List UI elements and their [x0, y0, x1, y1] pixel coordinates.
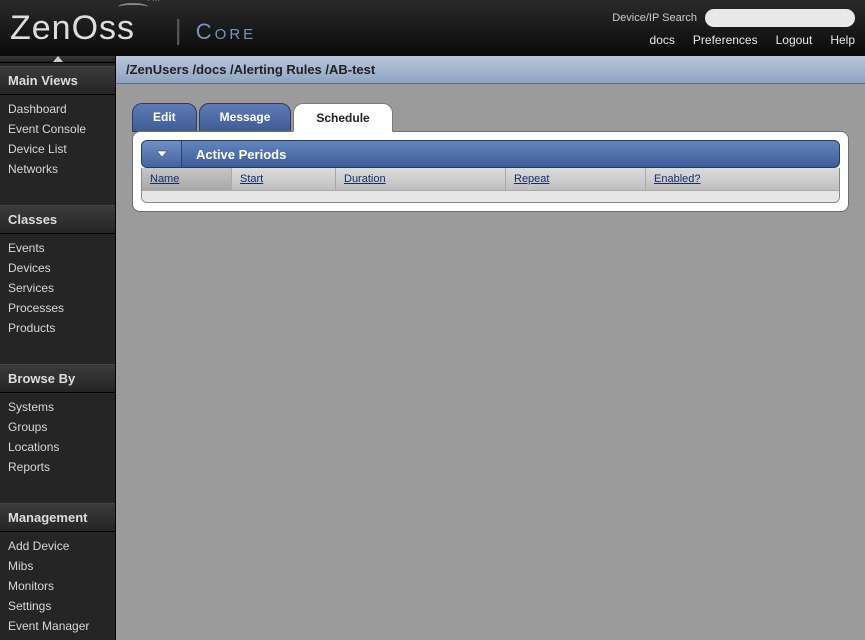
nav-section-title: Browse By: [0, 364, 115, 393]
logo-tm: TM: [146, 0, 161, 3]
table: NameStartDurationRepeatEnabled?: [141, 168, 840, 203]
main: /ZenUsers /docs /Alerting Rules /AB-test…: [116, 56, 865, 640]
logo-divider: |: [175, 14, 182, 46]
halo-icon: [118, 3, 148, 11]
link-docs[interactable]: docs: [650, 33, 675, 47]
panel-menu-button[interactable]: [142, 141, 182, 167]
link-logout[interactable]: Logout: [776, 33, 813, 47]
sidebar-item-event-console[interactable]: Event Console: [0, 119, 115, 139]
column-header-name[interactable]: Name: [142, 168, 232, 190]
panel: Active Periods NameStartDurationRepeatEn…: [132, 131, 849, 212]
nav-items: Add DeviceMibsMonitorsSettingsEvent Mana…: [0, 532, 115, 640]
column-header-enabled[interactable]: Enabled?: [646, 168, 839, 190]
sidebar: Main ViewsDashboardEvent ConsoleDevice L…: [0, 56, 116, 640]
panel-title: Active Periods: [182, 141, 286, 167]
sidebar-gap: [0, 183, 115, 205]
table-body: [142, 190, 839, 202]
sidebar-item-mibs[interactable]: Mibs: [0, 556, 115, 576]
nav-items: SystemsGroupsLocationsReports: [0, 393, 115, 481]
logo-text-2: ss: [99, 9, 135, 47]
sidebar-gap: [0, 342, 115, 364]
content: EditMessageSchedule Active Periods NameS…: [116, 84, 865, 640]
sidebar-item-dashboard[interactable]: Dashboard: [0, 99, 115, 119]
header-links: docs Preferences Logout Help: [650, 33, 855, 47]
app-header: ZenOss TM | Core Device/IP Search docs P…: [0, 0, 865, 56]
sidebar-item-services[interactable]: Services: [0, 278, 115, 298]
table-header: NameStartDurationRepeatEnabled?: [142, 168, 839, 190]
layout: Main ViewsDashboardEvent ConsoleDevice L…: [0, 56, 865, 640]
link-help[interactable]: Help: [830, 33, 855, 47]
sidebar-item-settings[interactable]: Settings: [0, 596, 115, 616]
logo: ZenOss TM | Core: [10, 9, 256, 48]
sidebar-item-products[interactable]: Products: [0, 318, 115, 338]
search-label: Device/IP Search: [612, 12, 697, 24]
tab-schedule[interactable]: Schedule: [293, 103, 392, 132]
link-preferences[interactable]: Preferences: [693, 33, 758, 47]
chevron-up-icon: [53, 56, 63, 62]
search-row: Device/IP Search: [612, 9, 855, 27]
sidebar-item-events[interactable]: Events: [0, 238, 115, 258]
sidebar-item-add-device[interactable]: Add Device: [0, 536, 115, 556]
sidebar-item-reports[interactable]: Reports: [0, 457, 115, 477]
logo-brand: ZenOss TM: [10, 9, 161, 48]
tab-edit[interactable]: Edit: [132, 103, 197, 132]
breadcrumb[interactable]: /ZenUsers /docs /Alerting Rules /AB-test: [116, 56, 865, 84]
nav-items: DashboardEvent ConsoleDevice ListNetwork…: [0, 95, 115, 183]
sidebar-item-networks[interactable]: Networks: [0, 159, 115, 179]
nav-section-title: Classes: [0, 205, 115, 234]
sidebar-item-devices[interactable]: Devices: [0, 258, 115, 278]
nav-section-title: Management: [0, 503, 115, 532]
chevron-down-icon: [156, 150, 168, 158]
column-header-repeat[interactable]: Repeat: [506, 168, 646, 190]
logo-o-icon: O: [72, 9, 99, 48]
column-header-start[interactable]: Start: [232, 168, 336, 190]
nav-items: EventsDevicesServicesProcessesProducts: [0, 234, 115, 342]
panel-header: Active Periods: [141, 140, 840, 168]
tabs: EditMessageSchedule: [132, 103, 849, 132]
sidebar-item-systems[interactable]: Systems: [0, 397, 115, 417]
sidebar-item-event-manager[interactable]: Event Manager: [0, 616, 115, 636]
tab-message[interactable]: Message: [199, 103, 292, 132]
sidebar-item-device-list[interactable]: Device List: [0, 139, 115, 159]
logo-product: Core: [196, 19, 256, 45]
sidebar-gap: [0, 481, 115, 503]
search-input[interactable]: [705, 9, 855, 27]
sidebar-collapse-button[interactable]: [0, 56, 115, 63]
header-right: Device/IP Search docs Preferences Logout…: [612, 9, 855, 47]
sidebar-item-processes[interactable]: Processes: [0, 298, 115, 318]
nav-section-title: Main Views: [0, 66, 115, 95]
column-header-duration[interactable]: Duration: [336, 168, 506, 190]
logo-text-1: Zen: [10, 9, 72, 47]
sidebar-item-groups[interactable]: Groups: [0, 417, 115, 437]
sidebar-item-monitors[interactable]: Monitors: [0, 576, 115, 596]
sidebar-item-locations[interactable]: Locations: [0, 437, 115, 457]
